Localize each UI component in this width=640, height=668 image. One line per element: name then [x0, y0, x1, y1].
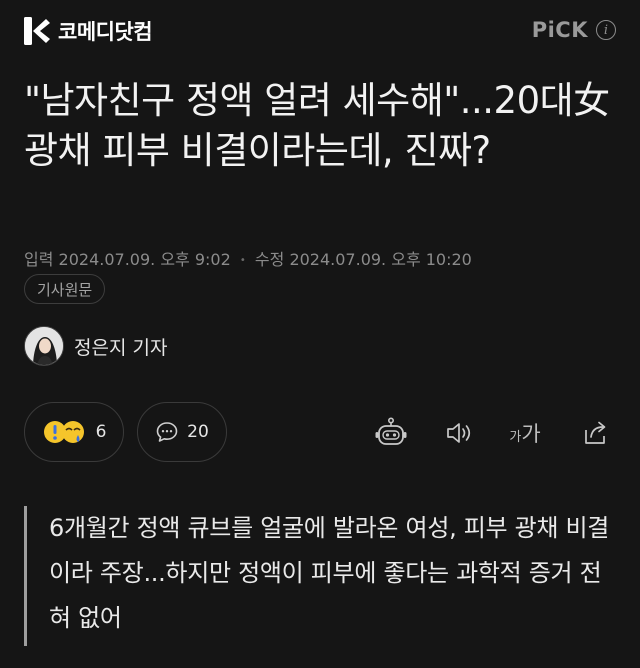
- article-meta: 입력 2024.07.09. 오후 9:02 • 수정 2024.07.09. …: [24, 246, 472, 270]
- font-size-button[interactable]: 가가: [506, 414, 544, 452]
- pick-label: PiCK: [531, 18, 588, 42]
- ai-summary-button[interactable]: [372, 414, 410, 452]
- published-date: 2024.07.09. 오후 9:02: [58, 250, 231, 269]
- reporter-name: 정은지 기자: [74, 336, 168, 359]
- modified-label: 수정: [254, 250, 285, 269]
- reporter-photo-icon: [25, 327, 63, 365]
- reporter-avatar[interactable]: [24, 326, 64, 366]
- article-headline: "남자친구 정액 얼려 세수해"...20대女 광채 피부 비결이라는데, 진짜…: [24, 79, 610, 172]
- comment-bubble-icon: [156, 422, 178, 442]
- original-article-button[interactable]: 기사원문: [24, 274, 106, 304]
- brand-k-icon: [24, 17, 50, 45]
- font-large-glyph: 가: [521, 422, 541, 446]
- info-icon[interactable]: i: [596, 20, 616, 40]
- audio-speaker-icon: [447, 423, 471, 443]
- meta-separator: •: [239, 255, 246, 266]
- share-button[interactable]: [576, 414, 614, 452]
- top-bar: 코메디닷컴 PiCK i: [0, 0, 640, 62]
- brand-logo[interactable]: 코메디닷컴: [24, 16, 153, 46]
- comment-count: 20: [187, 422, 209, 442]
- published-label: 입력: [24, 250, 54, 269]
- reaction-button[interactable]: 6: [24, 402, 124, 462]
- font-size-icon: 가가: [509, 418, 540, 448]
- comment-button[interactable]: 20: [137, 402, 227, 462]
- reaction-count: 6: [95, 422, 107, 442]
- share-icon: [585, 421, 606, 444]
- pick-badge[interactable]: PiCK i: [532, 18, 616, 42]
- listen-audio-button[interactable]: [440, 414, 478, 452]
- font-small-glyph: 가: [509, 430, 522, 445]
- modified-date: 2024.07.09. 오후 10:20: [289, 250, 472, 269]
- brand-name: 코메디닷컴: [58, 20, 153, 44]
- article-summary: 6개월간 정액 큐브를 얼굴에 발라온 여성, 피부 광채 비결이라 주장...…: [24, 506, 620, 646]
- reporter-info[interactable]: 정은지 기자: [24, 326, 167, 366]
- robot-summary-icon: [375, 417, 407, 445]
- action-bar: 6 20 가가: [0, 402, 640, 464]
- reaction-emoji-icon: [43, 421, 84, 443]
